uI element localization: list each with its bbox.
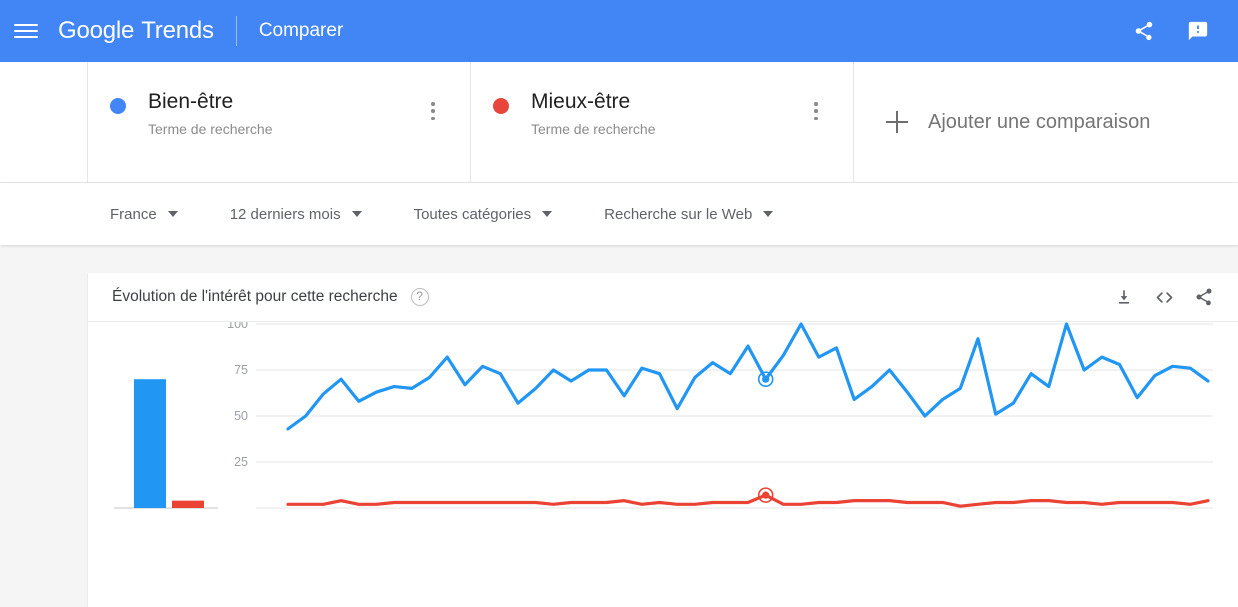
chevron-down-icon (167, 211, 178, 217)
compare-card-2-texts: Mieux-être Terme de recherche (531, 88, 656, 137)
brand-trends-text: Trends (141, 17, 214, 44)
highlight-point-1[interactable] (762, 375, 770, 383)
filter-location[interactable]: France (110, 206, 178, 223)
compare-terms-row: Bien-être Terme de recherche Mieux-être … (0, 62, 1238, 183)
filter-search-type-label: Recherche sur le Web (604, 205, 753, 223)
chevron-down-icon (351, 211, 362, 217)
trends-line-chart[interactable]: 25 50 75 100 (88, 322, 1238, 598)
series-line-1[interactable] (286, 322, 1210, 431)
filter-bar: France 12 derniers mois Toutes catégorie… (0, 183, 1238, 245)
series-line-2[interactable] (286, 493, 1210, 508)
compare-card-2-menu-icon[interactable] (807, 100, 825, 122)
filter-search-type[interactable]: Recherche sur le Web (604, 205, 774, 223)
brand-google-text: Google (58, 17, 135, 44)
appbar-divider (235, 16, 237, 46)
chart-plot-area: 255075100 Moyenne 4 août 20198 déc. 2019… (88, 322, 1238, 598)
series-color-dot-1 (110, 98, 126, 114)
chevron-down-icon (542, 211, 553, 217)
compare-card-2-subtitle: Terme de recherche (531, 121, 656, 137)
compare-left-gutter (0, 62, 88, 182)
y-axis-tick-label: 75 (234, 363, 248, 377)
compare-card-2-term: Mieux-être (531, 90, 631, 113)
filter-time-range[interactable]: 12 derniers mois (230, 206, 362, 223)
hamburger-menu-icon[interactable] (14, 19, 38, 43)
main-content: Évolution de l'intérêt pour cette recher… (0, 245, 1238, 607)
chevron-down-icon (763, 211, 774, 217)
compare-card-1-menu-icon[interactable] (424, 100, 442, 122)
y-axis-tick-label: 25 (234, 455, 248, 469)
average-bar-series-2[interactable] (172, 500, 204, 508)
chart-card-header: Évolution de l'intérêt pour cette recher… (88, 273, 1238, 322)
average-bar-series-1[interactable] (134, 379, 166, 508)
filter-location-label: France (110, 205, 157, 223)
interest-over-time-card: Évolution de l'intérêt pour cette recher… (88, 273, 1238, 607)
share-icon[interactable] (1124, 11, 1164, 51)
chart-title: Évolution de l'intérêt pour cette recher… (112, 288, 398, 305)
series-color-dot-2 (493, 98, 509, 114)
feedback-icon[interactable] (1178, 11, 1218, 51)
y-axis-tick-label: 100 (227, 322, 248, 331)
help-icon[interactable]: ? (410, 288, 429, 306)
y-axis-tick-label: 50 (234, 409, 248, 423)
brand-logo[interactable]: Google Trends (58, 17, 214, 45)
compare-card-1[interactable]: Bien-être Terme de recherche (88, 62, 471, 182)
compare-card-2[interactable]: Mieux-être Terme de recherche (471, 62, 854, 182)
compare-card-1-term: Bien-être (148, 90, 234, 113)
plus-icon (886, 111, 908, 133)
add-comparison-label: Ajouter une comparaison (928, 110, 1151, 133)
highlight-point-2[interactable] (762, 491, 770, 499)
nav-link-comparer[interactable]: Comparer (259, 20, 343, 42)
filter-category[interactable]: Toutes catégories (414, 206, 553, 223)
compare-card-1-subtitle: Terme de recherche (148, 121, 273, 137)
embed-code-icon[interactable] (1144, 279, 1184, 315)
filter-time-range-label: 12 derniers mois (229, 205, 341, 223)
add-comparison-button[interactable]: Ajouter une comparaison (854, 62, 1238, 182)
app-bar: Google Trends Comparer (0, 0, 1238, 62)
download-icon[interactable] (1104, 279, 1144, 315)
compare-card-1-texts: Bien-être Terme de recherche (148, 88, 273, 137)
share-icon[interactable] (1184, 279, 1224, 315)
filter-category-label: Toutes catégories (413, 205, 532, 223)
